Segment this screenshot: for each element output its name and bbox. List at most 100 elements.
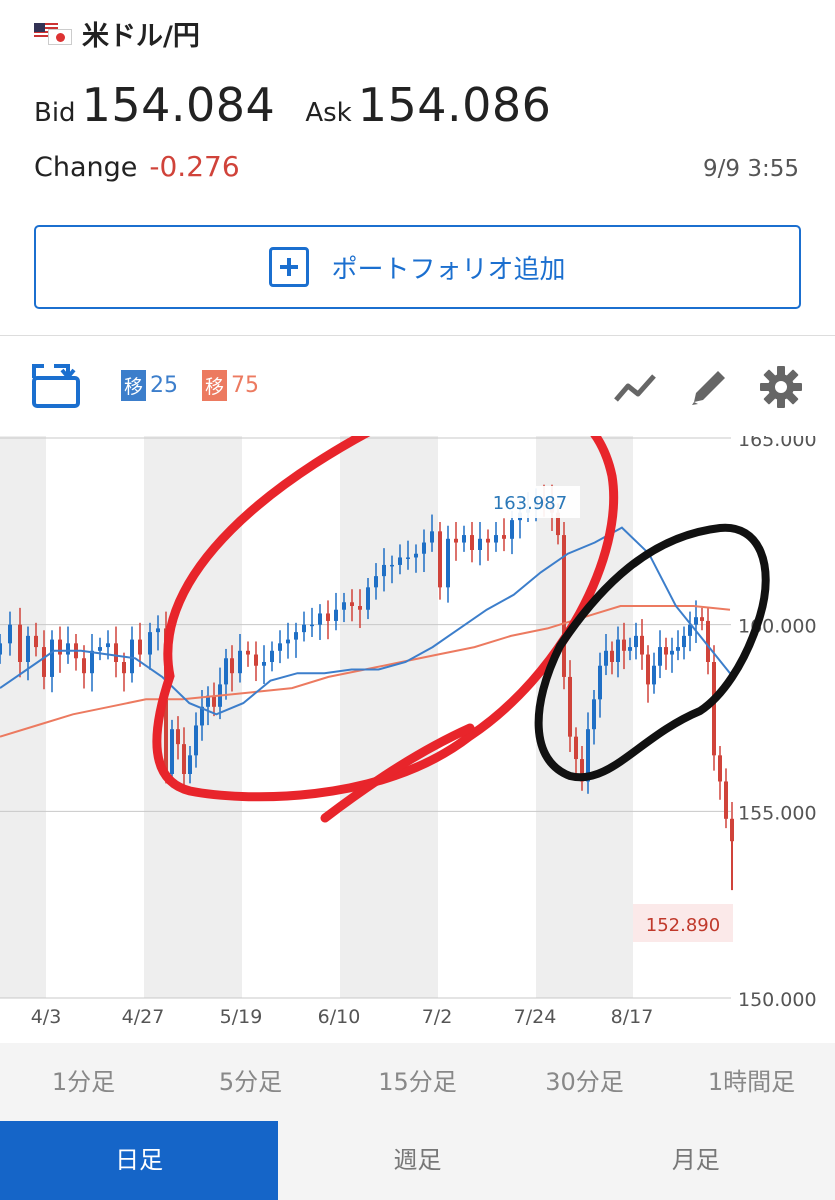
candle-body: [604, 650, 608, 666]
period-tabs: 日足 週足 月足: [0, 1121, 835, 1200]
ask-label: Ask: [305, 98, 352, 128]
candle-body: [310, 624, 314, 627]
candle-body: [398, 557, 402, 565]
candle-body: [382, 564, 386, 577]
ma-75-tag: 移: [202, 370, 228, 401]
candle-body: [610, 650, 614, 662]
x-tick-label: 4/3: [31, 1006, 62, 1028]
chart-svg: 165.000160.000155.000150.0004/3 4/27 5/19 6…: [0, 436, 817, 1028]
candle-body: [598, 665, 602, 700]
candle-body: [462, 535, 466, 543]
candle-body: [262, 662, 266, 666]
y-tick-label: 155.000: [738, 802, 817, 824]
tab-daily[interactable]: 日足: [0, 1121, 279, 1200]
candle-body: [0, 643, 2, 655]
candle-body: [114, 643, 118, 662]
x-tick-label: 5/19: [220, 1006, 263, 1028]
candle-body: [454, 538, 458, 543]
candlestick-chart[interactable]: 165.000 160.000 155.000 150.000 4/3 4/27 5/19 6…: [0, 436, 835, 1040]
candle-body: [706, 620, 710, 662]
candle-body: [682, 635, 686, 648]
candle-body: [446, 538, 450, 588]
candle-body: [302, 624, 306, 633]
tab-weekly[interactable]: 週足: [278, 1121, 556, 1200]
rotate-screen-icon[interactable]: [28, 360, 84, 410]
candle-body: [470, 535, 474, 550]
bid-value: 154.084: [81, 78, 276, 132]
candle-body: [430, 531, 434, 543]
timeframe-15min[interactable]: 15分足: [334, 1043, 501, 1121]
candle-body: [646, 654, 650, 685]
candle-body: [278, 643, 282, 651]
add-portfolio-button[interactable]: ポートフォリオ追加: [34, 225, 801, 309]
candle-body: [652, 665, 656, 685]
candle-body: [486, 538, 490, 543]
plus-square-icon: [269, 247, 310, 287]
x-tick-label: 7/24: [514, 1006, 557, 1028]
candle-body: [694, 617, 698, 625]
month-band: [0, 436, 46, 998]
pencil-icon[interactable]: [686, 364, 732, 410]
x-tick-label: 6/10: [318, 1006, 361, 1028]
candle-body: [238, 650, 242, 674]
quote-header: 米ドル/円 Bid 154.084 Ask 154.086 Change -0.…: [0, 0, 835, 336]
candle-body: [176, 729, 180, 745]
candle-body: [622, 639, 626, 651]
candle-body: [254, 654, 258, 666]
currency-pair: 米ドル/円: [34, 14, 200, 53]
candle-body: [188, 755, 192, 774]
chart-toolbar: 移 25 移 75: [0, 336, 835, 436]
candle-body: [212, 695, 216, 707]
candle-body: [510, 520, 514, 539]
candle-body: [334, 609, 338, 621]
candle-body: [246, 650, 250, 655]
candle-body: [294, 632, 298, 640]
line-chart-icon[interactable]: [612, 364, 658, 410]
low-label: 152.890: [646, 915, 720, 936]
high-label: 163.987: [493, 493, 567, 514]
candle-body: [90, 650, 94, 674]
gear-icon[interactable]: [758, 364, 804, 410]
candle-body: [406, 557, 410, 559]
x-tick-label: 7/2: [422, 1006, 453, 1028]
y-tick-label: 165.000: [738, 436, 817, 451]
bid-label: Bid: [34, 98, 76, 128]
timeframe-1min[interactable]: 1分足: [0, 1043, 167, 1121]
ma-25-indicator[interactable]: 移 25: [121, 370, 178, 401]
candle-body: [224, 658, 228, 685]
candle-body: [494, 535, 498, 543]
timeframe-1hour[interactable]: 1時間足: [668, 1043, 835, 1121]
add-portfolio-label: ポートフォリオ追加: [331, 254, 566, 285]
candle-body: [106, 643, 110, 648]
candle-body: [42, 647, 46, 677]
month-band: [340, 436, 438, 998]
candle-body: [270, 650, 274, 662]
ma-25-tag: 移: [121, 370, 147, 401]
us-jp-flag-icon: [34, 22, 72, 45]
candle-body: [422, 542, 426, 554]
candle-body: [390, 564, 394, 567]
ma-75-indicator[interactable]: 移 75: [202, 370, 259, 401]
change-row: Change -0.276: [34, 150, 240, 183]
timeframe-30min[interactable]: 30分足: [501, 1043, 668, 1121]
x-tick-label: 8/17: [611, 1006, 654, 1028]
candle-body: [640, 635, 644, 655]
ask-value: 154.086: [357, 78, 552, 132]
candle-body: [26, 635, 30, 662]
candle-body: [98, 647, 102, 651]
candle-body: [34, 635, 38, 648]
y-tick-label: 150.000: [738, 989, 817, 1011]
candle-body: [438, 531, 442, 588]
candle-body: [58, 639, 62, 655]
candle-body: [194, 725, 198, 756]
ma-25-period: 25: [150, 373, 179, 398]
x-tick-label: 4/27: [122, 1006, 165, 1028]
tab-monthly[interactable]: 月足: [557, 1121, 835, 1200]
candle-body: [478, 538, 482, 550]
candle-body: [182, 744, 186, 774]
timeframe-5min[interactable]: 5分足: [167, 1043, 334, 1121]
candle-body: [286, 639, 290, 644]
candle-body: [170, 729, 174, 774]
candle-body: [712, 662, 716, 756]
candle-body: [358, 606, 362, 610]
